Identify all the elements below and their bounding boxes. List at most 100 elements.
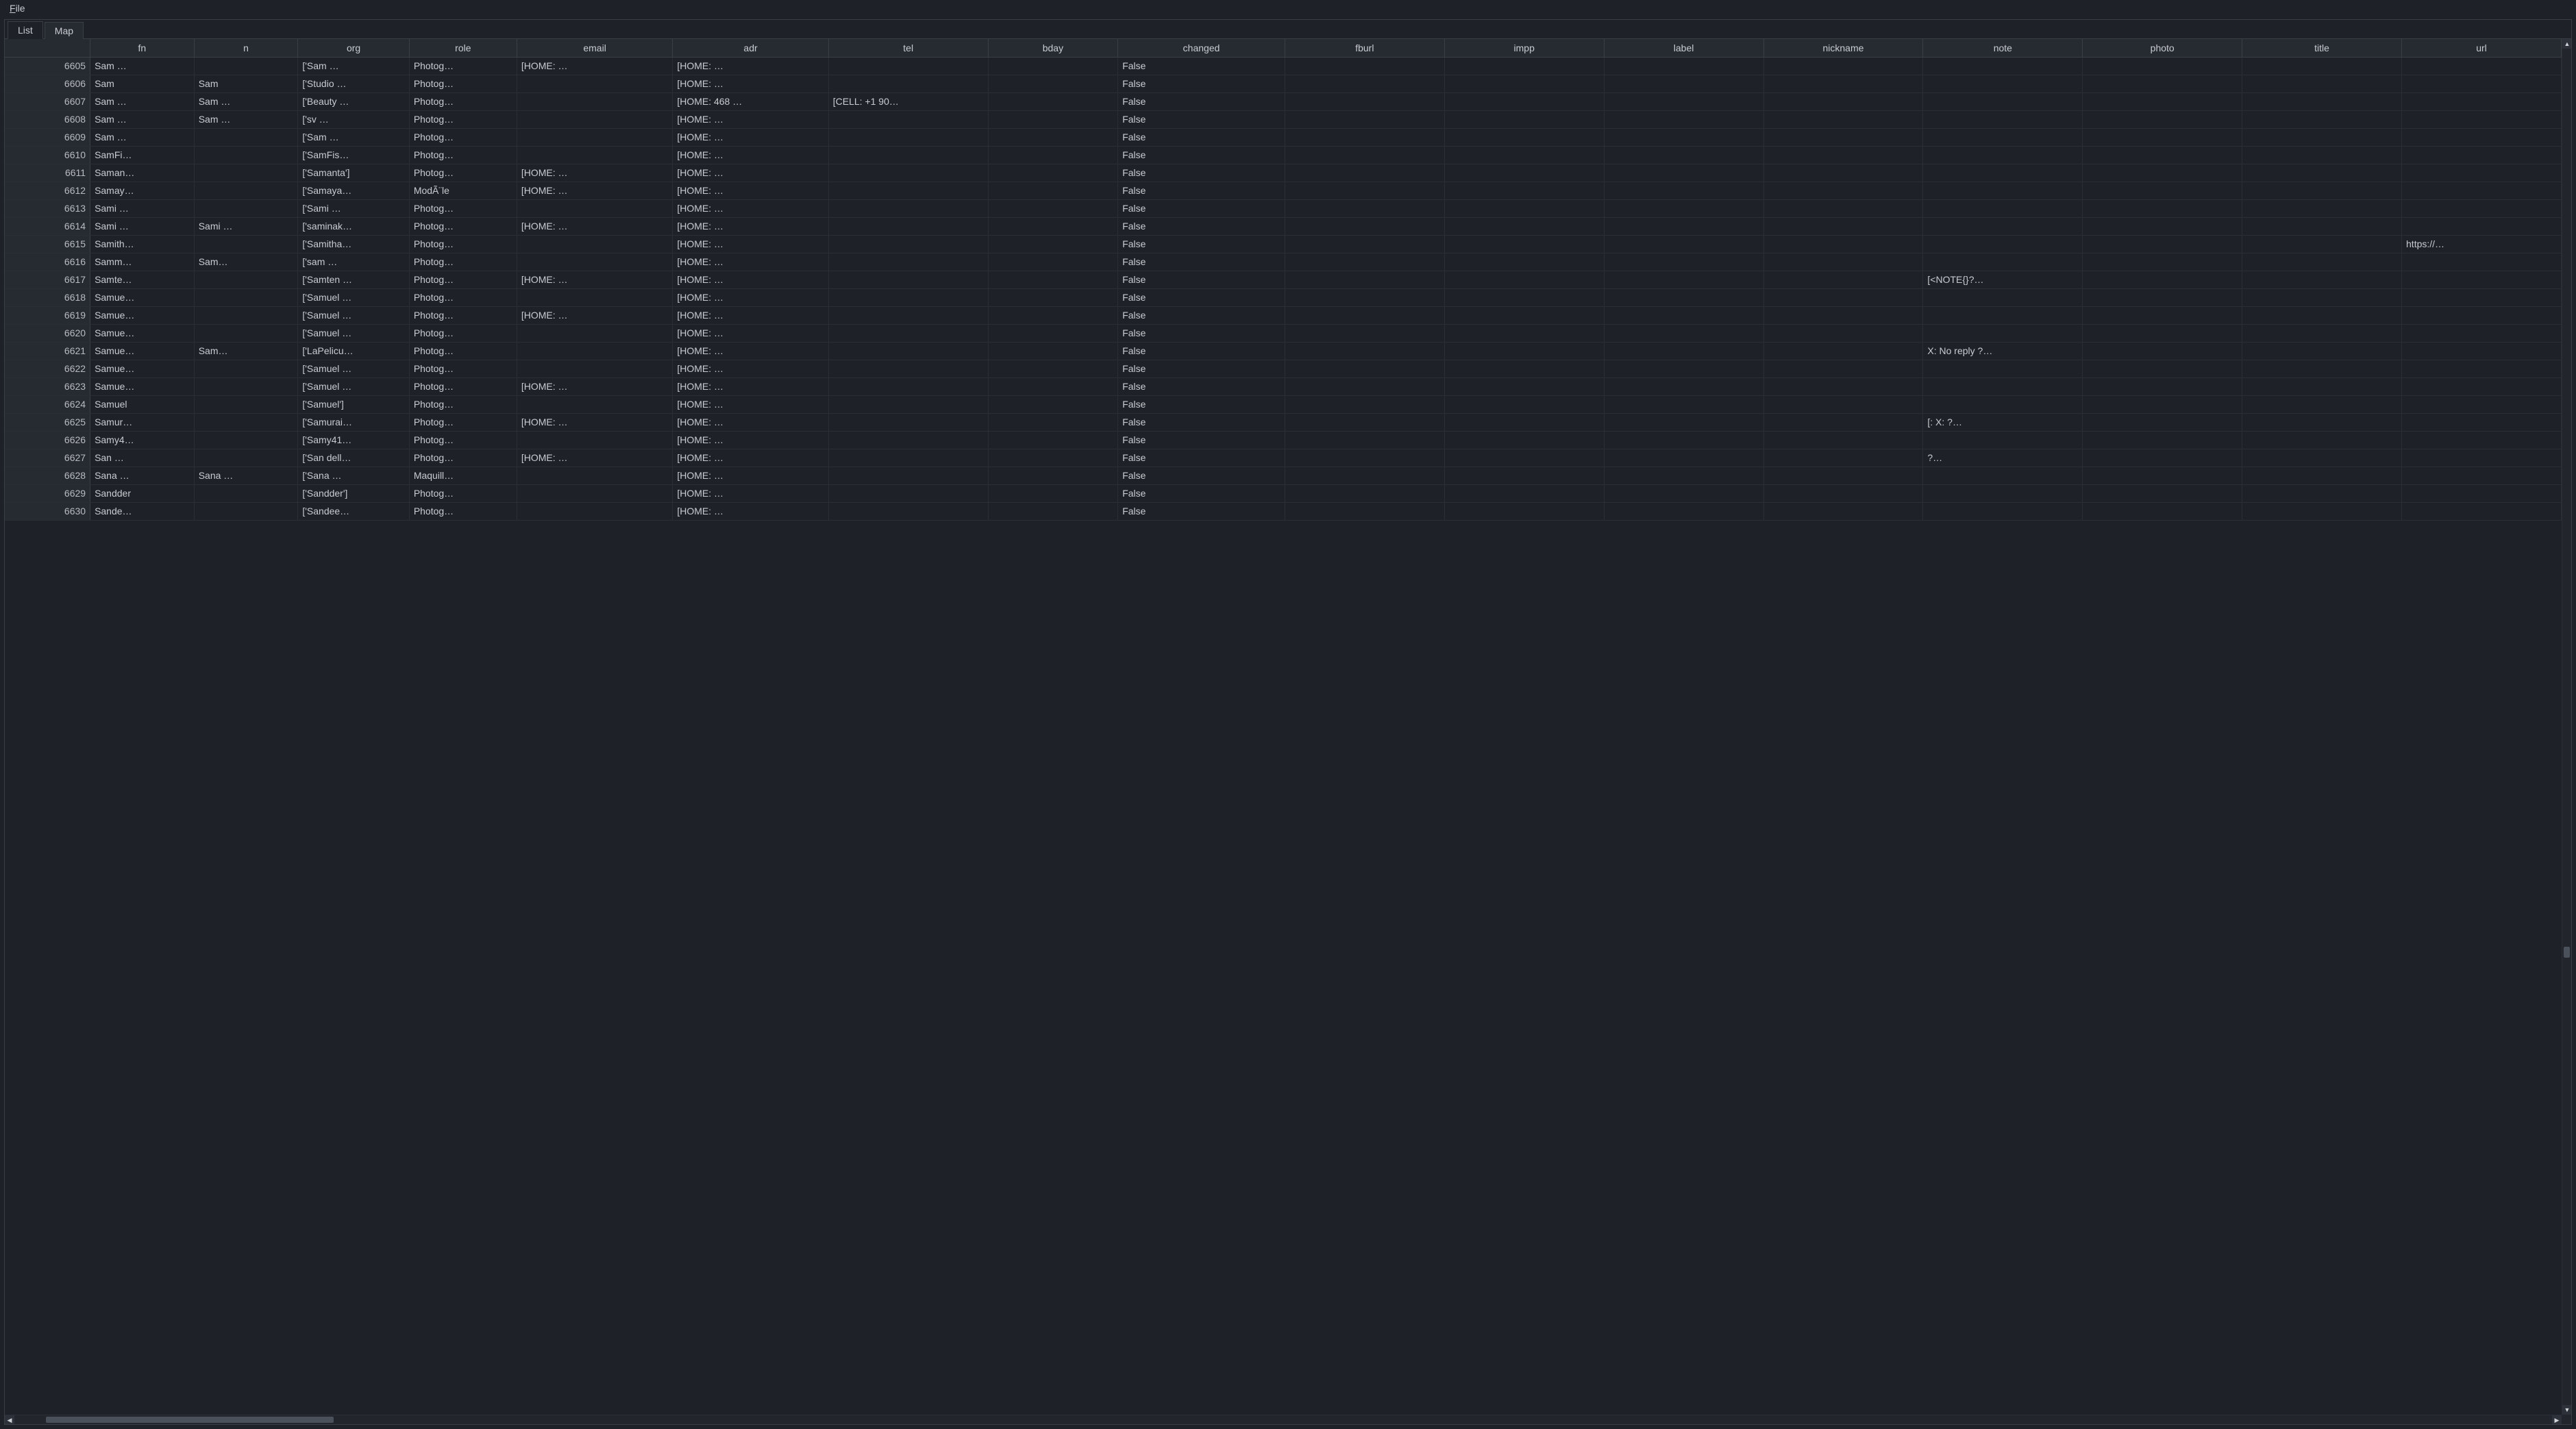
cell-impp[interactable] (1444, 288, 1604, 306)
cell-bday[interactable] (988, 235, 1118, 253)
cell-url[interactable] (2402, 92, 2562, 110)
cell-note[interactable] (1923, 128, 2083, 146)
cell-role[interactable]: ModÃ¨le (409, 182, 517, 199)
cell-impp[interactable] (1444, 128, 1604, 146)
cell-adr[interactable]: [HOME: … (673, 128, 828, 146)
cell-n[interactable] (194, 324, 298, 342)
cell-photo[interactable] (2083, 324, 2242, 342)
cell-url[interactable] (2402, 110, 2562, 128)
cell-role[interactable]: Photog… (409, 342, 517, 360)
column-header-tel[interactable]: tel (828, 39, 988, 57)
cell-fburl[interactable] (1285, 288, 1444, 306)
cell-label[interactable] (1604, 484, 1763, 502)
cell-photo[interactable] (2083, 484, 2242, 502)
cell-adr[interactable]: [HOME: … (673, 502, 828, 520)
cell-fn[interactable]: Sam … (90, 128, 195, 146)
cell-bday[interactable] (988, 449, 1118, 467)
cell-email[interactable] (517, 484, 672, 502)
cell-changed[interactable]: False (1118, 324, 1285, 342)
column-header-n[interactable]: n (194, 39, 298, 57)
cell-nickname[interactable] (1763, 92, 1923, 110)
cell-bday[interactable] (988, 217, 1118, 235)
cell-note[interactable] (1923, 360, 2083, 377)
row-number[interactable]: 6612 (5, 182, 90, 199)
table-row[interactable]: 6621Samue…Sam…['LaPelicu…Photog…[HOME: …… (5, 342, 2562, 360)
cell-fburl[interactable] (1285, 395, 1444, 413)
cell-impp[interactable] (1444, 253, 1604, 271)
cell-changed[interactable]: False (1118, 271, 1285, 288)
cell-org[interactable]: ['Studio … (298, 75, 409, 92)
cell-org[interactable]: ['Sandee… (298, 502, 409, 520)
cell-photo[interactable] (2083, 182, 2242, 199)
cell-label[interactable] (1604, 413, 1763, 431)
row-number[interactable]: 6621 (5, 342, 90, 360)
table-row[interactable]: 6627San …['San dell…Photog…[HOME: …[HOME… (5, 449, 2562, 467)
row-number[interactable]: 6630 (5, 502, 90, 520)
cell-fburl[interactable] (1285, 235, 1444, 253)
cell-org[interactable]: ['Sam … (298, 57, 409, 75)
cell-tel[interactable] (828, 164, 988, 182)
cell-fburl[interactable] (1285, 377, 1444, 395)
cell-photo[interactable] (2083, 413, 2242, 431)
cell-title[interactable] (2242, 92, 2402, 110)
cell-impp[interactable] (1444, 182, 1604, 199)
cell-url[interactable] (2402, 217, 2562, 235)
cell-role[interactable]: Photog… (409, 324, 517, 342)
row-number[interactable]: 6628 (5, 467, 90, 484)
cell-nickname[interactable] (1763, 128, 1923, 146)
cell-url[interactable] (2402, 128, 2562, 146)
cell-role[interactable]: Photog… (409, 413, 517, 431)
cell-photo[interactable] (2083, 128, 2242, 146)
cell-nickname[interactable] (1763, 271, 1923, 288)
cell-label[interactable] (1604, 75, 1763, 92)
cell-note[interactable] (1923, 182, 2083, 199)
cell-nickname[interactable] (1763, 449, 1923, 467)
cell-photo[interactable] (2083, 431, 2242, 449)
cell-tel[interactable] (828, 128, 988, 146)
cell-label[interactable] (1604, 253, 1763, 271)
cell-fn[interactable]: San … (90, 449, 195, 467)
cell-impp[interactable] (1444, 92, 1604, 110)
cell-n[interactable]: Sana … (194, 467, 298, 484)
cell-org[interactable]: ['Sami … (298, 199, 409, 217)
cell-changed[interactable]: False (1118, 467, 1285, 484)
cell-photo[interactable] (2083, 146, 2242, 164)
cell-email[interactable] (517, 253, 672, 271)
table-row[interactable]: 6607Sam …Sam …['Beauty …Photog…[HOME: 46… (5, 92, 2562, 110)
cell-org[interactable]: ['SamFis… (298, 146, 409, 164)
cell-nickname[interactable] (1763, 253, 1923, 271)
cell-fburl[interactable] (1285, 449, 1444, 467)
cell-tel[interactable] (828, 377, 988, 395)
cell-n[interactable] (194, 377, 298, 395)
cell-nickname[interactable] (1763, 182, 1923, 199)
cell-changed[interactable]: False (1118, 235, 1285, 253)
cell-tel[interactable] (828, 324, 988, 342)
cell-bday[interactable] (988, 75, 1118, 92)
cell-role[interactable]: Photog… (409, 395, 517, 413)
cell-title[interactable] (2242, 128, 2402, 146)
column-header-org[interactable]: org (298, 39, 409, 57)
cell-role[interactable]: Photog… (409, 217, 517, 235)
cell-impp[interactable] (1444, 431, 1604, 449)
cell-bday[interactable] (988, 57, 1118, 75)
cell-nickname[interactable] (1763, 217, 1923, 235)
table-row[interactable]: 6618Samue…['Samuel …Photog…[HOME: …False (5, 288, 2562, 306)
cell-org[interactable]: ['saminak… (298, 217, 409, 235)
table-row[interactable]: 6613Sami …['Sami …Photog…[HOME: …False (5, 199, 2562, 217)
cell-impp[interactable] (1444, 271, 1604, 288)
cell-fburl[interactable] (1285, 128, 1444, 146)
cell-email[interactable] (517, 146, 672, 164)
cell-org[interactable]: ['Samuel … (298, 324, 409, 342)
cell-impp[interactable] (1444, 57, 1604, 75)
cell-impp[interactable] (1444, 377, 1604, 395)
cell-note[interactable]: [<NOTE{}?… (1923, 271, 2083, 288)
cell-role[interactable]: Photog… (409, 253, 517, 271)
cell-label[interactable] (1604, 164, 1763, 182)
cell-url[interactable] (2402, 342, 2562, 360)
cell-role[interactable]: Photog… (409, 92, 517, 110)
cell-tel[interactable] (828, 217, 988, 235)
cell-org[interactable]: ['Sandder'] (298, 484, 409, 502)
cell-n[interactable] (194, 484, 298, 502)
cell-impp[interactable] (1444, 449, 1604, 467)
cell-title[interactable] (2242, 253, 2402, 271)
